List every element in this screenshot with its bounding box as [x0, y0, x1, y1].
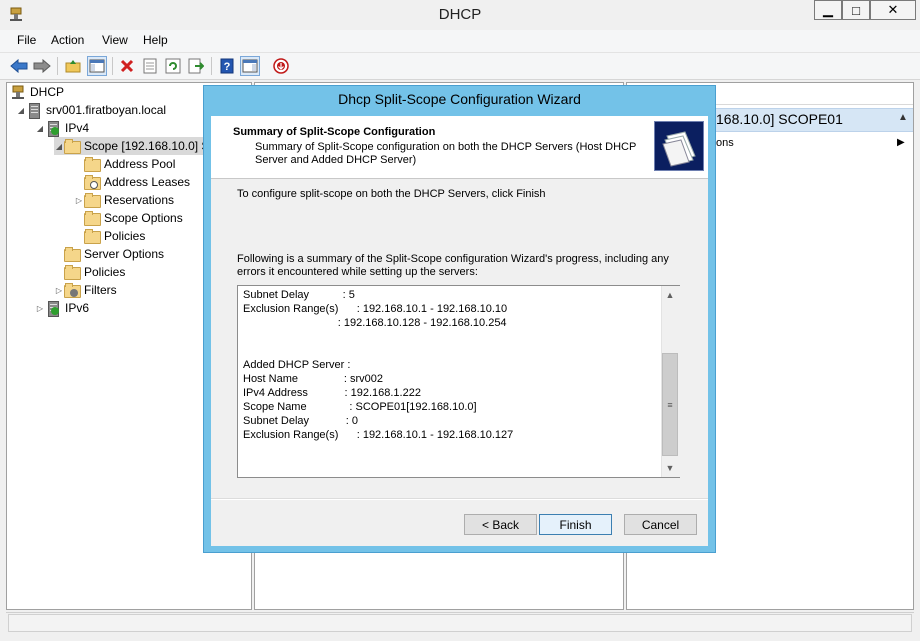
menu-view[interactable]: View: [102, 33, 128, 47]
tree-item-policies[interactable]: Policies: [64, 263, 125, 281]
toolbar: [0, 53, 920, 80]
tree-item-scope[interactable]: ◢ Scope [192.168.10.0] S: [54, 137, 212, 155]
summary-line: IPv4 Address : 192.168.1.222: [243, 387, 421, 399]
tree-item-server-options[interactable]: Server Options: [64, 245, 164, 263]
address-pool-icon: [84, 156, 101, 172]
tree-label: Server Options: [84, 247, 165, 261]
menu-file[interactable]: File: [17, 33, 36, 47]
folder-icon: [64, 138, 81, 154]
collapse-triangle-icon[interactable]: ▲: [898, 112, 908, 123]
toolbar-separator: [112, 57, 113, 75]
ipv6-icon: [45, 300, 61, 317]
tree-label: Scope [192.168.10.0] S: [84, 139, 210, 153]
finish-button[interactable]: Finish: [539, 514, 612, 535]
scroll-down-icon[interactable]: ▼: [662, 460, 678, 476]
button-separator: [211, 498, 708, 500]
summary-line: Exclusion Range(s) : 192.168.10.1 - 192.…: [243, 303, 508, 315]
back-button[interactable]: < Back: [464, 514, 537, 535]
collapsed-arrow-icon[interactable]: ▷: [35, 304, 45, 313]
progress-summary-intro: Following is a summary of the Split-Scop…: [237, 253, 669, 278]
cancel-button[interactable]: Cancel: [624, 514, 697, 535]
close-button[interactable]: ✕: [870, 0, 916, 20]
minimize-button[interactable]: ▁: [814, 0, 842, 20]
policies-icon: [64, 264, 81, 280]
expanded-arrow-icon[interactable]: ◢: [54, 142, 64, 151]
tree-item-server[interactable]: ◢ srv001.firatboyan.local: [16, 101, 166, 119]
scroll-up-icon[interactable]: ▲: [662, 287, 678, 303]
forward-arrow-icon[interactable]: [32, 56, 52, 76]
tree-item-ipv6[interactable]: ▷ IPv6: [35, 299, 89, 317]
up-folder-icon[interactable]: [63, 56, 83, 76]
finish-instruction: To configure split-scope on both the DHC…: [237, 188, 546, 200]
tree-item-dhcp[interactable]: DHCP: [10, 83, 64, 101]
show-hide-tree-icon[interactable]: [87, 56, 107, 76]
toolbar-separator: [57, 57, 58, 75]
reservations-icon: [84, 192, 101, 208]
window-title: DHCP: [438, 6, 482, 23]
stop-service-icon[interactable]: [271, 56, 291, 76]
delete-icon[interactable]: [117, 56, 137, 76]
server-options-icon: [64, 246, 81, 262]
show-hide-action-pane-icon[interactable]: [240, 56, 260, 76]
help-icon[interactable]: ?: [217, 56, 237, 76]
back-arrow-icon[interactable]: [9, 56, 29, 76]
menu-bar: [0, 30, 920, 53]
scrollbar-thumb[interactable]: ≡: [662, 353, 678, 456]
tree-label: Reservations: [104, 193, 175, 207]
tree-label: Address Pool: [104, 157, 176, 171]
more-actions-link[interactable]: ons: [716, 137, 734, 149]
summary-line: Added DHCP Server :: [243, 359, 351, 371]
tree-label: Filters: [84, 283, 117, 297]
menu-help[interactable]: Help: [143, 33, 168, 47]
properties-icon[interactable]: [140, 56, 160, 76]
summary-line: Exclusion Range(s) : 192.168.10.1 - 192.…: [243, 429, 514, 441]
tree-label: DHCP: [30, 85, 65, 99]
collapsed-arrow-icon[interactable]: ▷: [54, 286, 64, 295]
scope-options-icon: [84, 210, 101, 226]
tree-item-ipv4[interactable]: ◢ IPv4: [35, 119, 89, 137]
tree-label: IPv4: [65, 121, 90, 135]
server-icon: [26, 102, 42, 119]
filters-icon: [64, 282, 81, 298]
tree-label: IPv6: [65, 301, 90, 315]
tree-label: srv001.firatboyan.local: [46, 103, 167, 117]
toolbar-separator: [211, 57, 212, 75]
tree-label: Policies: [104, 229, 146, 243]
summary-title: Summary of Split-Scope Configuration: [233, 126, 436, 138]
expanded-arrow-icon[interactable]: ◢: [35, 124, 45, 133]
summary-line: Subnet Delay : 0: [243, 415, 358, 427]
refresh-icon[interactable]: [163, 56, 183, 76]
tree-label: Scope Options: [104, 211, 183, 225]
tree-item-scope-policies[interactable]: Policies: [84, 227, 145, 245]
summary-line: Host Name : srv002: [243, 373, 383, 385]
expanded-arrow-icon[interactable]: ◢: [16, 106, 26, 115]
tree-item-address-leases[interactable]: Address Leases: [84, 173, 190, 191]
summary-line: : 192.168.10.128 - 192.168.10.254: [243, 317, 507, 329]
svg-text:?: ?: [224, 61, 231, 73]
dhcp-icon: [10, 84, 26, 100]
menu-action[interactable]: Action: [51, 33, 84, 47]
wizard-folder-icon: [654, 121, 704, 171]
address-leases-icon: [84, 174, 101, 190]
submenu-arrow-icon[interactable]: ▶: [897, 137, 905, 148]
summary-description: Summary of Split-Scope configuration on …: [255, 141, 637, 166]
dialog-title: Dhcp Split-Scope Configuration Wizard: [338, 91, 581, 107]
export-list-icon[interactable]: [186, 56, 206, 76]
tree-item-scope-options[interactable]: Scope Options: [84, 209, 183, 227]
summary-line: Subnet Delay : 5: [243, 289, 355, 301]
tree-label: Policies: [84, 265, 126, 279]
tree-item-reservations[interactable]: ▷ Reservations: [74, 191, 174, 209]
tree-item-filters[interactable]: ▷ Filters: [54, 281, 117, 299]
summary-textbox[interactable]: Subnet Delay : 5 Exclusion Range(s) : 19…: [237, 285, 680, 478]
tree-item-address-pool[interactable]: Address Pool: [84, 155, 175, 173]
policies-icon: [84, 228, 101, 244]
summary-line: Scope Name : SCOPE01[192.168.10.0]: [243, 401, 477, 413]
maximize-button[interactable]: □: [842, 0, 870, 20]
ipv4-icon: [45, 120, 61, 137]
actions-scope-title: 168.10.0] SCOPE01: [716, 111, 843, 127]
status-panel: [8, 614, 912, 632]
tree-label: Address Leases: [104, 175, 191, 189]
collapsed-arrow-icon[interactable]: ▷: [74, 196, 84, 205]
